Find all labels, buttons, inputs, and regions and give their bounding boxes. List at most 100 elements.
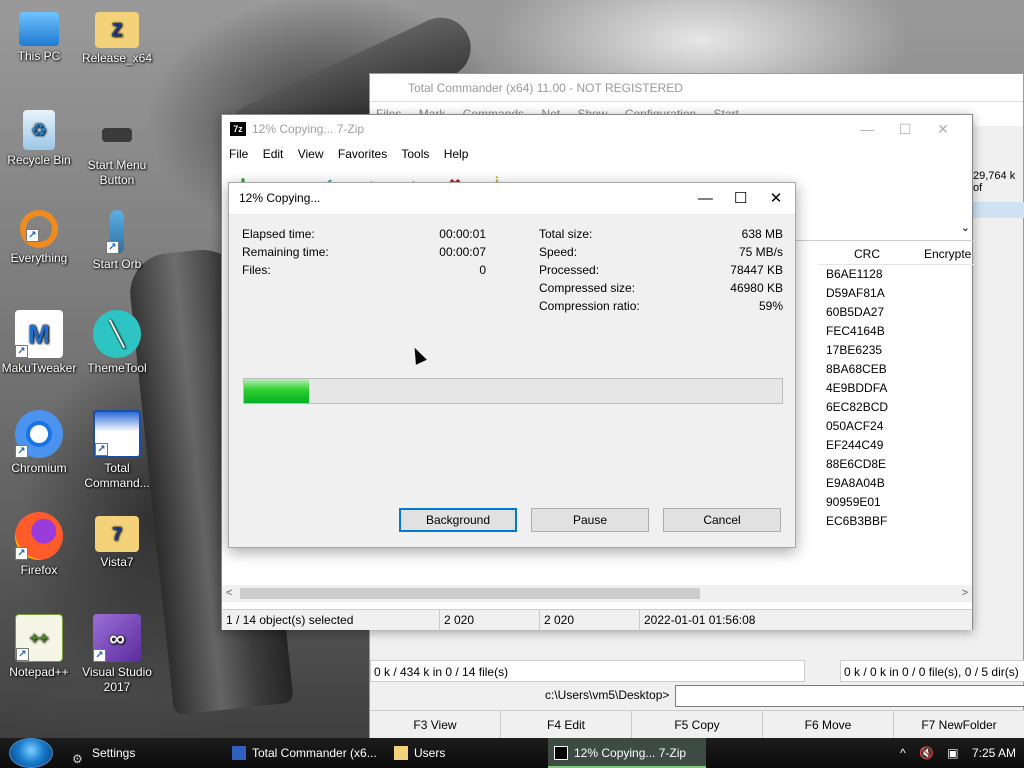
- desktop-icon-start-menu-button[interactable]: Start Menu Button: [78, 110, 156, 188]
- table-row[interactable]: EC6B3BBF: [818, 512, 974, 531]
- table-row[interactable]: FEC4164B: [818, 322, 974, 341]
- desktop-icon-label: Start Orb: [92, 257, 142, 271]
- pause-button[interactable]: Pause: [531, 508, 649, 532]
- menu-edit[interactable]: Edit: [263, 147, 284, 161]
- chevron-down-icon: ⌄: [960, 222, 970, 234]
- taskbar-item-label: Settings: [92, 746, 136, 760]
- menu-bar: File Edit View Favorites Tools Help: [222, 143, 972, 165]
- copy-progress-bar: [243, 378, 783, 404]
- table-row[interactable]: 60B5DA27: [818, 303, 974, 322]
- background-button[interactable]: Background: [399, 508, 517, 532]
- f7-newfolder-button[interactable]: F7 NewFolder: [894, 711, 1024, 738]
- start-orb-icon: ↗: [106, 210, 124, 254]
- shortcut-arrow-icon: ↗: [15, 345, 28, 358]
- desktop-icon-everything[interactable]: ↗ Everything: [0, 210, 78, 266]
- shortcut-arrow-icon: ↗: [93, 649, 106, 662]
- start-button[interactable]: [9, 738, 53, 768]
- path-combo-box[interactable]: ⌄: [788, 219, 974, 241]
- table-row[interactable]: 050ACF24: [818, 417, 974, 436]
- scroll-left-icon[interactable]: <: [226, 585, 232, 602]
- scroll-right-icon[interactable]: >: [962, 585, 968, 602]
- menu-view[interactable]: View: [298, 147, 324, 161]
- desktop-icon-label: Start Menu Button: [87, 158, 147, 187]
- table-row[interactable]: D59AF81A: [818, 284, 974, 303]
- show-hidden-icons-icon[interactable]: ^: [900, 746, 906, 760]
- function-key-bar: F3 View F4 Edit F5 Copy F6 Move F7 NewFo…: [370, 710, 1024, 738]
- taskbar-item-settings[interactable]: ⚙ Settings: [66, 738, 218, 768]
- recycle-bin-icon: ♻: [23, 110, 55, 150]
- elapsed-time-label: Elapsed time:: [242, 227, 315, 241]
- system-tray: ^ 🔇 ▣ 7:25 AM: [890, 738, 1016, 768]
- notepad-plus-plus-icon: ++ ↗: [15, 614, 63, 662]
- horizontal-scrollbar[interactable]: < >: [222, 585, 972, 602]
- menu-file[interactable]: File: [229, 147, 248, 161]
- right-panel-selected-row[interactable]: [973, 202, 1024, 218]
- shortcut-arrow-icon: ↗: [106, 241, 119, 254]
- start-menu-button-icon: [102, 128, 132, 142]
- desktop-icon-label: Total Command...: [84, 461, 150, 490]
- f6-move-button[interactable]: F6 Move: [763, 711, 894, 738]
- column-header-encrypted[interactable]: Encrypte: [924, 243, 971, 265]
- file-list-columns: CRC Encrypte B6AE1128 D59AF81A 60B5DA27 …: [818, 243, 974, 703]
- desktop-icon-recycle-bin[interactable]: ♻ Recycle Bin: [0, 110, 78, 168]
- desktop-icon-chromium[interactable]: ↗ Chromium: [0, 410, 78, 476]
- menu-tools[interactable]: Tools: [401, 147, 429, 161]
- taskbar-item-users[interactable]: Users: [388, 738, 540, 768]
- taskbar-item-total-commander[interactable]: Total Commander (x6...: [226, 738, 384, 768]
- clock[interactable]: 7:25 AM: [972, 746, 1016, 760]
- f4-edit-button[interactable]: F4 Edit: [501, 711, 632, 738]
- desktop-icon-notepad-plus-plus[interactable]: ++ ↗ Notepad++: [0, 614, 78, 680]
- menu-favorites[interactable]: Favorites: [338, 147, 387, 161]
- taskbar-item-7zip[interactable]: 12% Copying... 7-Zip: [548, 738, 706, 768]
- menu-help[interactable]: Help: [444, 147, 469, 161]
- compressed-size-value: 46980 KB: [730, 281, 783, 295]
- status-bar: 1 / 14 object(s) selected 2 020 2 020 20…: [222, 609, 972, 630]
- f5-copy-button[interactable]: F5 Copy: [632, 711, 763, 738]
- table-row[interactable]: 4E9BDDFA: [818, 379, 974, 398]
- maximize-icon[interactable]: ☐: [728, 183, 754, 214]
- desktop-icon-total-commander[interactable]: ↗ Total Command...: [78, 410, 156, 491]
- column-header-crc[interactable]: CRC: [854, 243, 880, 265]
- maximize-icon[interactable]: ☐: [888, 115, 922, 143]
- compression-ratio-value: 59%: [758, 299, 783, 313]
- status-packed: 2 020: [540, 610, 640, 630]
- minimize-icon[interactable]: —: [692, 183, 718, 214]
- speed-value: 75 MB/s: [738, 245, 783, 259]
- desktop-icon-label: MakuTweaker: [1, 361, 77, 375]
- taskbar-item-label: 12% Copying... 7-Zip: [574, 746, 687, 760]
- close-icon[interactable]: ✕: [763, 183, 789, 214]
- desktop-icon-visual-studio[interactable]: ∞ ↗ Visual Studio 2017: [78, 614, 156, 695]
- table-row[interactable]: B6AE1128: [818, 265, 974, 284]
- copying-progress-dialog[interactable]: 12% Copying... — ☐ ✕ Elapsed time: 00:00…: [228, 182, 796, 548]
- network-icon[interactable]: ▣: [947, 746, 958, 760]
- shortcut-arrow-icon: ↗: [15, 445, 28, 458]
- desktop-icon-vista7[interactable]: 7 Vista7: [78, 512, 156, 570]
- status-selected: 1 / 14 object(s) selected: [222, 610, 440, 630]
- f3-view-button[interactable]: F3 View: [370, 711, 501, 738]
- desktop-icon-release-x64[interactable]: Z Release_x64: [78, 8, 156, 66]
- desktop-icon-themetool[interactable]: ╲ ThemeTool: [78, 310, 156, 376]
- desktop-icon-start-orb[interactable]: ↗ Start Orb: [78, 210, 156, 272]
- desktop-icon-firefox[interactable]: ↗ Firefox: [0, 512, 78, 578]
- table-row[interactable]: 8BA68CEB: [818, 360, 974, 379]
- shortcut-arrow-icon: ↗: [16, 648, 29, 661]
- settings-gear-icon: ⚙: [72, 752, 83, 766]
- table-row[interactable]: 17BE6235: [818, 341, 974, 360]
- volume-muted-icon[interactable]: 🔇: [919, 746, 934, 760]
- desktop-icon-makutweaker[interactable]: M ↗ MakuTweaker: [0, 310, 78, 376]
- visual-studio-icon: ∞ ↗: [93, 614, 141, 662]
- cancel-button[interactable]: Cancel: [663, 508, 781, 532]
- left-panel-status: 0 k / 434 k in 0 / 14 file(s): [370, 660, 805, 682]
- table-row[interactable]: 6EC82BCD: [818, 398, 974, 417]
- close-icon[interactable]: ✕: [926, 115, 960, 143]
- processed-value: 78447 KB: [730, 263, 783, 277]
- scrollbar-thumb[interactable]: [240, 588, 700, 599]
- table-row[interactable]: EF244C49: [818, 436, 974, 455]
- minimize-icon[interactable]: —: [850, 115, 884, 143]
- desktop-icon-label: Firefox: [20, 563, 58, 577]
- table-row[interactable]: 90959E01: [818, 493, 974, 512]
- desktop-icon-this-pc[interactable]: This PC: [0, 8, 78, 64]
- table-row[interactable]: E9A8A04B: [818, 474, 974, 493]
- remaining-time-value: 00:00:07: [439, 245, 486, 259]
- table-row[interactable]: 88E6CD8E: [818, 455, 974, 474]
